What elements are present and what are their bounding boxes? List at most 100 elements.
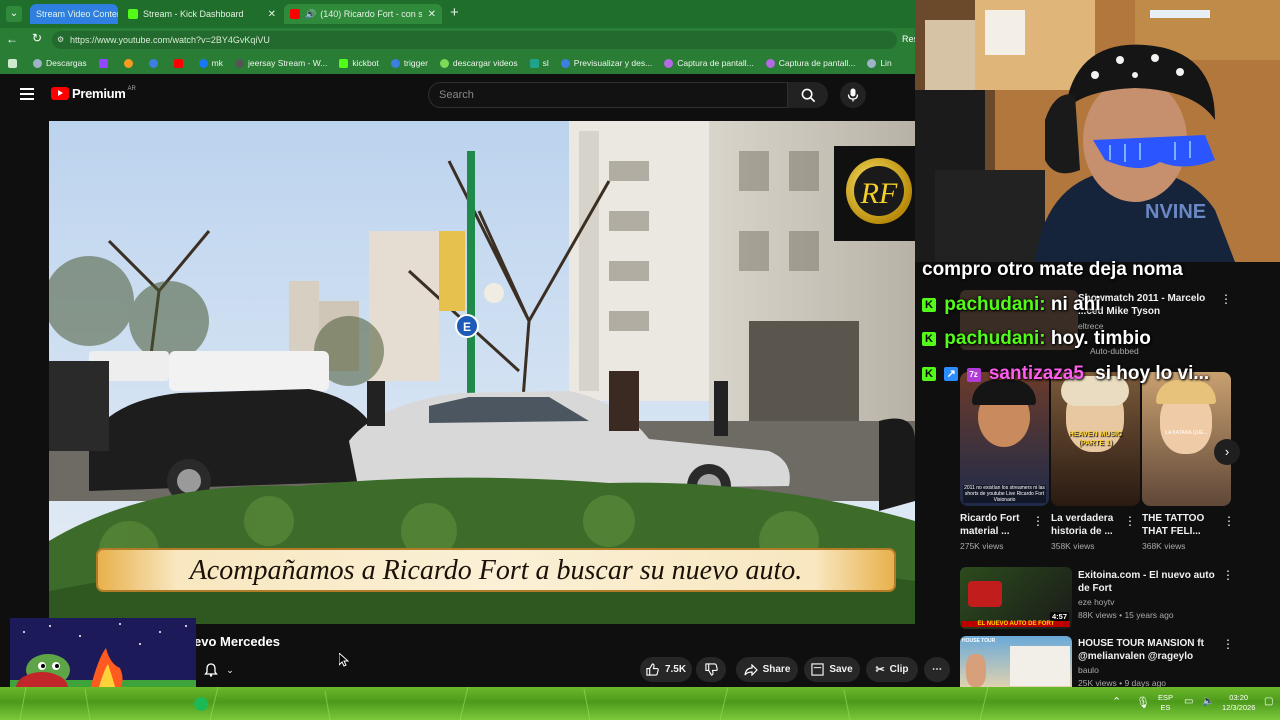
notification-icon[interactable]: ▢ xyxy=(1264,696,1273,707)
search-icon xyxy=(801,88,815,102)
tab-list-icon[interactable]: ⌄ xyxy=(6,6,22,22)
more-options-icon[interactable]: ⋮ xyxy=(1220,292,1232,306)
like-button[interactable]: 7.5K xyxy=(640,657,692,682)
short-thumbnail: HEAVEN MUSIC (PARTE 1) xyxy=(1051,372,1140,506)
more-options-icon[interactable]: ⋮ xyxy=(1124,514,1136,528)
bookmark-sl[interactable]: sl xyxy=(529,58,549,68)
tab-youtube-video[interactable]: 🔊 (140) Ricardo Fort - con su nu ✕ xyxy=(284,4,442,24)
search-button[interactable] xyxy=(788,82,828,108)
tab-kick-dashboard[interactable]: Stream - Kick Dashboard ✕ xyxy=(122,4,282,24)
bookmark-kickbot[interactable]: kickbot xyxy=(339,58,379,68)
chat-text: ni ahi xyxy=(1050,294,1101,315)
short-title: La verdadera historia de ... xyxy=(1051,513,1114,537)
bookmark-previsualizar[interactable]: Previsualizar y des... xyxy=(560,58,652,68)
short-views: 358K views xyxy=(1051,541,1095,551)
voice-search-button[interactable] xyxy=(840,82,866,108)
more-actions-button[interactable]: ⋯ xyxy=(924,657,950,682)
webcam-overlay: NVINE xyxy=(915,0,1280,262)
globe-icon xyxy=(867,58,877,68)
shorts-next-button[interactable]: › xyxy=(1214,439,1240,465)
more-options-icon[interactable]: ⋮ xyxy=(1222,568,1234,582)
bookmark-orange[interactable] xyxy=(123,58,137,68)
site-info-icon[interactable]: ⚙ xyxy=(57,31,64,49)
facebook-icon xyxy=(198,58,208,68)
volume-icon[interactable]: 🔈 xyxy=(1202,696,1214,707)
short-thumbnail-text: 2011 no existían los streamers ni las sh… xyxy=(963,485,1046,503)
microphone-icon xyxy=(847,88,859,102)
recommended-video[interactable]: EL NUEVO AUTO DE FORT 4:57 Exitoina.com … xyxy=(960,567,1230,629)
speaker-icon[interactable]: 🔊 xyxy=(305,9,316,20)
svg-text:NVINE: NVINE xyxy=(1145,201,1206,223)
video-title: evo Mercedes xyxy=(194,634,280,649)
video-channel: eze hoytv xyxy=(1078,597,1115,607)
new-tab-button[interactable]: + xyxy=(450,4,459,21)
more-horizontal-icon: ⋯ xyxy=(932,664,942,675)
bookmark-jeersay[interactable]: jeersay Stream - W... xyxy=(234,58,327,68)
bookmark-captura-1[interactable]: Captura de pantall... xyxy=(664,58,754,68)
share-button[interactable]: Share xyxy=(736,657,798,682)
chat-message: K pachudani: hoy. timbio xyxy=(922,328,1151,350)
bookmarks-bar: Descargas mk jeersay Stream - W... kickb… xyxy=(0,52,915,74)
bookmark-captura-2[interactable]: Captura de pantall... xyxy=(765,58,855,68)
chevron-down-icon: ⌄ xyxy=(226,664,234,675)
back-icon[interactable]: ← xyxy=(6,32,18,46)
recommended-video[interactable]: HOUSE TOUR HOUSE TOUR MANSION ft @melian… xyxy=(960,636,1230,688)
kick-icon xyxy=(128,9,138,19)
video-player[interactable]: E RF Acompañamos a Ricardo Fort a buscar… xyxy=(49,121,915,624)
bookmark-descargar-videos[interactable]: descargar videos xyxy=(439,58,518,68)
pen-icon xyxy=(664,58,674,68)
tab-stream-video-content[interactable]: Stream Video Content xyxy=(30,4,118,24)
clock-time: 03:20 xyxy=(1229,693,1249,702)
chevron-up-icon[interactable]: ⌃ xyxy=(1112,695,1121,708)
dislike-button[interactable] xyxy=(696,657,726,682)
video-title: HOUSE TOUR MANSION ft @melianvalen @rage… xyxy=(1078,638,1204,662)
short-title: Ricardo Fort material ... xyxy=(960,513,1020,537)
youtube-icon xyxy=(290,9,300,19)
download-icon xyxy=(439,58,449,68)
rf-logo-text: RF xyxy=(860,177,898,210)
kick-badge-icon: K xyxy=(922,332,936,346)
more-options-icon[interactable]: ⋮ xyxy=(1223,514,1235,528)
clip-button[interactable]: ✂ Clip xyxy=(866,657,918,682)
bookmark-descargas[interactable]: Descargas xyxy=(33,58,87,68)
menu-icon[interactable] xyxy=(20,88,34,100)
tab-label: Stream - Kick Dashboard xyxy=(143,9,244,19)
youtube-logo[interactable]: Premium AR xyxy=(51,86,136,101)
short-thumbnail-text: HEAVEN MUSIC (PARTE 1) xyxy=(1068,431,1123,447)
svg-text:E: E xyxy=(463,320,471,334)
video-meta: 88K views • 15 years ago xyxy=(1078,610,1174,620)
language-indicator[interactable]: ESP ES xyxy=(1158,693,1173,713)
network-icon[interactable]: ▭ xyxy=(1184,696,1193,707)
kick-badge-icon: K xyxy=(922,298,936,312)
country-code: AR xyxy=(127,85,136,92)
bookmark-twitch[interactable] xyxy=(98,58,112,68)
url-field[interactable]: ⚙ https://www.youtube.com/watch?v=2BY4Gv… xyxy=(52,31,897,49)
bookmark-trigger[interactable]: trigger xyxy=(390,58,428,68)
clock[interactable]: 03:20 12/3/2026 xyxy=(1222,693,1255,713)
microphone-tray-icon[interactable]: 🎙 xyxy=(1136,696,1150,709)
video-thumbnail: HOUSE TOUR xyxy=(960,636,1072,687)
address-bar-row: ← ↻ ⚙ https://www.youtube.com/watch?v=2B… xyxy=(0,28,918,52)
video-title: Exitoina.com - El nuevo auto de Fort xyxy=(1078,570,1215,594)
bookmark-blue[interactable] xyxy=(148,58,162,68)
more-options-icon[interactable]: ⋮ xyxy=(1032,514,1044,528)
close-tab-icon[interactable]: ✕ xyxy=(262,9,276,20)
chat-text: hoy. timbio xyxy=(1050,328,1151,349)
bookmark-mk[interactable]: mk xyxy=(198,58,223,68)
bookmark-menu-icon[interactable] xyxy=(8,58,21,68)
recommendations-panel: Showmatch 2011 - Marcelo ...ced Mike Tys… xyxy=(950,262,1280,688)
bookmark-youtube[interactable] xyxy=(173,58,187,68)
chat-text: compro otro mate deja noma xyxy=(922,259,1183,280)
language-code: ESP xyxy=(1158,693,1174,702)
close-tab-icon[interactable]: ✕ xyxy=(422,9,436,20)
app-icon xyxy=(529,58,539,68)
search-input[interactable]: Search xyxy=(428,82,788,108)
short-thumbnail: 2011 no existían los streamers ni las sh… xyxy=(960,372,1049,506)
app-icon xyxy=(123,58,133,68)
notification-bell-button[interactable]: ⌄ xyxy=(196,658,242,682)
spotify-icon[interactable] xyxy=(194,697,208,711)
bookmark-lin[interactable]: Lin xyxy=(867,58,892,68)
save-button[interactable]: Save xyxy=(804,657,860,682)
reload-icon[interactable]: ↻ xyxy=(32,31,42,45)
more-options-icon[interactable]: ⋮ xyxy=(1222,637,1234,651)
